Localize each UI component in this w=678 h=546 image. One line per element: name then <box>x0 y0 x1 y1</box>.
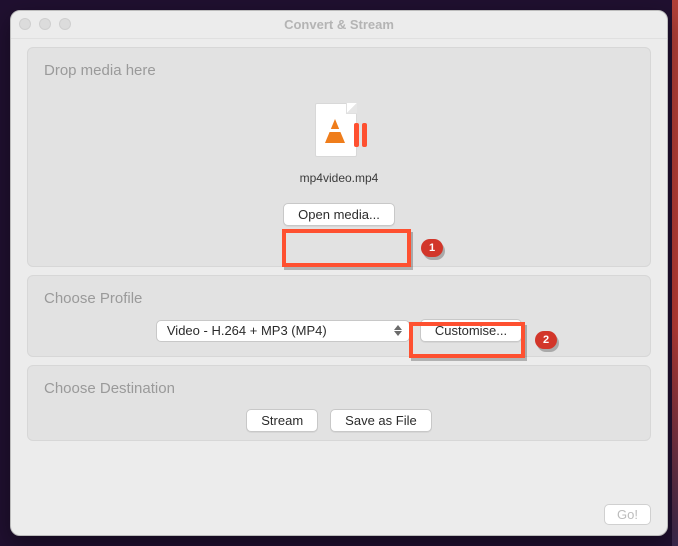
profile-selected-value: Video - H.264 + MP3 (MP4) <box>167 323 327 338</box>
convert-stream-window: Convert & Stream Drop media here mp4vide… <box>10 10 668 536</box>
desktop-edge <box>672 0 678 546</box>
close-icon[interactable] <box>19 18 31 30</box>
media-filename: mp4video.mp4 <box>300 171 379 185</box>
updown-icon <box>391 325 405 336</box>
drop-media-heading: Drop media here <box>28 48 156 79</box>
titlebar: Convert & Stream <box>11 11 667 39</box>
content: Drop media here mp4video.mp4 Open media.… <box>11 39 667 441</box>
open-media-button[interactable]: Open media... <box>283 203 395 226</box>
footer: Go! <box>604 504 651 525</box>
vlc-cone-icon <box>325 119 345 143</box>
stream-button[interactable]: Stream <box>246 409 318 432</box>
minimize-icon[interactable] <box>39 18 51 30</box>
pause-overlay-icon <box>354 123 367 147</box>
media-file-icon <box>315 103 363 161</box>
choose-destination-heading: Choose Destination <box>28 366 650 397</box>
choose-profile-panel: Choose Profile Video - H.264 + MP3 (MP4)… <box>27 275 651 357</box>
window-controls[interactable] <box>19 18 71 30</box>
destination-row: Stream Save as File <box>28 409 650 432</box>
window-title: Convert & Stream <box>284 17 394 32</box>
choose-profile-heading: Choose Profile <box>28 276 650 307</box>
open-media-wrap: Open media... <box>273 197 405 232</box>
choose-destination-panel: Choose Destination Stream Save as File <box>27 365 651 441</box>
customise-button[interactable]: Customise... <box>420 319 522 342</box>
drop-media-panel[interactable]: Drop media here mp4video.mp4 Open media.… <box>27 47 651 267</box>
go-button[interactable]: Go! <box>604 504 651 525</box>
zoom-icon[interactable] <box>59 18 71 30</box>
profile-row: Video - H.264 + MP3 (MP4) Customise... <box>28 319 650 342</box>
save-as-file-button[interactable]: Save as File <box>330 409 432 432</box>
profile-select[interactable]: Video - H.264 + MP3 (MP4) <box>156 320 410 342</box>
